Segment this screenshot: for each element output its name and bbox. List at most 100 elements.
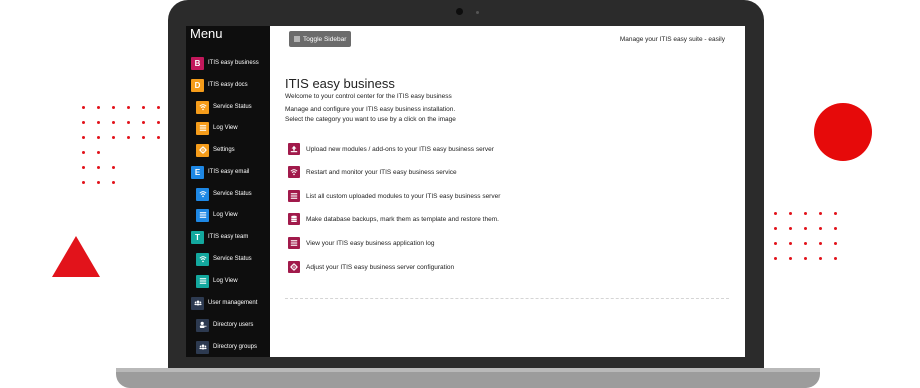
decorative-dot — [834, 212, 837, 215]
sidebar-item-itis-easy-business[interactable]: B ITIS easy business — [186, 55, 270, 71]
decorative-dot — [819, 212, 822, 215]
decorative-dot — [774, 212, 777, 215]
sidebar-item-directory-users[interactable]: Directory users — [186, 317, 270, 333]
gear-icon — [196, 143, 209, 157]
laptop-base-edge — [116, 368, 820, 372]
decorative-dot — [819, 242, 822, 245]
users-icon — [191, 296, 204, 310]
sidebar-item-label: Log View — [213, 212, 238, 218]
sidebar-item-user-management[interactable]: User management — [186, 295, 270, 311]
decorative-circle — [814, 103, 872, 161]
list-icon[interactable] — [288, 190, 300, 202]
sidebar-item-label: Service Status — [213, 256, 252, 262]
action-label[interactable]: View your ITIS easy business application… — [306, 240, 435, 247]
user-icon — [196, 318, 209, 332]
decorative-dot — [834, 242, 837, 245]
wifi-icon[interactable] — [288, 166, 300, 178]
sidebar-item-settings[interactable]: Settings — [186, 142, 270, 158]
decorative-dot — [142, 106, 145, 109]
sidebar-item-itis-easy-email[interactable]: E ITIS easy email — [186, 164, 270, 180]
decorative-dot — [97, 106, 100, 109]
list-icon[interactable] — [288, 237, 300, 249]
wifi-icon — [196, 187, 209, 201]
action-item[interactable]: Adjust your ITIS easy business server co… — [288, 261, 454, 273]
decorative-dot — [112, 121, 115, 124]
decorative-dot — [97, 181, 100, 184]
decorative-dot — [804, 242, 807, 245]
decorative-dot — [82, 151, 85, 154]
decorative-dot — [97, 136, 100, 139]
action-item[interactable]: Restart and monitor your ITIS easy busin… — [288, 166, 457, 178]
list-icon — [196, 274, 209, 288]
action-item[interactable]: Make database backups, mark them as temp… — [288, 213, 499, 225]
sidebar-item-service-status[interactable]: Service Status — [186, 99, 270, 115]
decorative-dot — [157, 106, 160, 109]
sidebar-item-directory-groups[interactable]: Directory groups — [186, 339, 270, 355]
upload-icon[interactable] — [288, 143, 300, 155]
sidebar: Menu B ITIS easy business D ITIS easy docs S… — [186, 26, 270, 357]
sidebar-title: Menu — [190, 26, 223, 41]
action-label[interactable]: Make database backups, mark them as temp… — [306, 216, 499, 223]
toggle-sidebar-button[interactable]: Toggle Sidebar — [289, 31, 352, 47]
sidebar-item-log-view[interactable]: Log View — [186, 120, 270, 136]
decorative-dot — [834, 257, 837, 260]
sidebar-item-service-status[interactable]: Service Status — [186, 186, 270, 202]
action-label[interactable]: List all custom uploaded modules to your… — [306, 193, 500, 200]
intro-line-3: Select the category you want to use by a… — [285, 116, 456, 123]
decorative-dot — [142, 121, 145, 124]
decorative-dot — [97, 121, 100, 124]
action-item[interactable]: List all custom uploaded modules to your… — [288, 190, 500, 202]
decorative-dot — [112, 166, 115, 169]
decorative-dot — [789, 227, 792, 230]
page: Menu B ITIS easy business D ITIS easy docs S… — [0, 0, 920, 388]
sidebar-item-label: Directory users — [213, 322, 254, 328]
decorative-dot — [127, 136, 130, 139]
database-icon[interactable] — [288, 213, 300, 225]
action-label[interactable]: Restart and monitor your ITIS easy busin… — [306, 169, 457, 176]
badge-b-icon: B — [191, 56, 204, 70]
list-icon — [196, 208, 209, 222]
action-label[interactable]: Adjust your ITIS easy business server co… — [306, 264, 454, 271]
sidebar-item-label: Service Status — [213, 104, 252, 110]
sidebar-item-label: ITIS easy email — [208, 169, 250, 175]
decorative-dot — [127, 106, 130, 109]
decorative-dot — [112, 106, 115, 109]
list-icon — [196, 121, 209, 135]
sidebar-item-log-view[interactable]: Log View — [186, 273, 270, 289]
action-item[interactable]: View your ITIS easy business application… — [288, 237, 435, 249]
decorative-dot — [819, 227, 822, 230]
gear-icon[interactable] — [288, 261, 300, 273]
decorative-triangle — [52, 236, 100, 277]
decorative-dot — [804, 212, 807, 215]
action-label[interactable]: Upload new modules / add-ons to your ITI… — [306, 146, 494, 153]
wifi-icon — [196, 252, 209, 266]
decorative-dot — [804, 257, 807, 260]
action-item[interactable]: Upload new modules / add-ons to your ITI… — [288, 143, 494, 155]
app-screen: Menu B ITIS easy business D ITIS easy docs S… — [186, 26, 745, 357]
decorative-dot — [142, 136, 145, 139]
decorative-dot — [819, 257, 822, 260]
sidebar-item-itis-easy-docs[interactable]: D ITIS easy docs — [186, 77, 270, 93]
decorative-dot — [97, 151, 100, 154]
intro-line-2: Manage and configure your ITIS easy busi… — [285, 106, 456, 113]
toggle-sidebar-label: Toggle Sidebar — [303, 35, 347, 43]
decorative-dot — [112, 181, 115, 184]
content-divider — [285, 298, 729, 299]
camera-icon — [456, 8, 463, 15]
badge-t-icon: T — [191, 230, 204, 244]
sidebar-item-service-status[interactable]: Service Status — [186, 251, 270, 267]
decorative-dot — [97, 166, 100, 169]
sidebar-item-log-view[interactable]: Log View — [186, 207, 270, 223]
users-icon — [196, 340, 209, 354]
decorative-dot — [82, 121, 85, 124]
sidebar-item-label: Log View — [213, 125, 238, 131]
decorative-dot — [804, 227, 807, 230]
decorative-dot — [112, 136, 115, 139]
sidebar-item-itis-easy-team[interactable]: T ITIS easy team — [186, 229, 270, 245]
sidebar-item-label: User management — [208, 300, 258, 306]
decorative-dot — [82, 181, 85, 184]
sidebar-item-label: ITIS easy docs — [208, 82, 248, 88]
badge-d-icon: D — [191, 78, 204, 92]
menu-icon — [294, 36, 300, 42]
camera-led — [476, 11, 479, 14]
